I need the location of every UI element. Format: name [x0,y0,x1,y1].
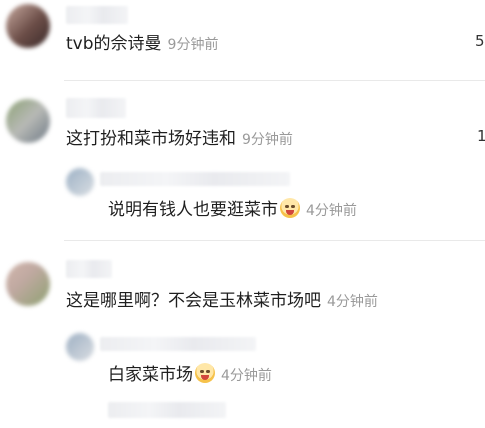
reply-avatar[interactable] [66,168,94,196]
username-blurred[interactable] [66,6,128,24]
comment-time: 9分钟前 [242,132,293,148]
reply-row: 说明有钱人也要逛菜市 4分钟前 [108,198,357,221]
username-blurred[interactable] [66,98,126,118]
laughing-crying-icon [195,363,215,383]
avatar[interactable] [6,4,50,48]
avatar[interactable] [6,262,50,306]
reply-text: 白家菜市场 [108,365,193,385]
reply-avatar[interactable] [66,333,94,361]
reply-time: 4分钟前 [221,368,272,384]
comment-text: tvb的佘诗曼 [66,34,162,54]
avatar[interactable] [6,99,50,143]
comment-row: tvb的佘诗曼 9分钟前 [66,34,218,55]
divider [64,80,485,81]
reply-text: 说明有钱人也要逛菜市 [108,200,278,220]
comment-time: 4分钟前 [327,294,378,310]
comment-text: 这是哪里啊？不会是玉林菜市场吧 [66,291,321,311]
comment-time: 9分钟前 [167,37,219,53]
laughing-crying-icon [280,198,300,218]
more-replies-blurred[interactable] [108,402,226,418]
reply-username-blurred[interactable] [100,172,290,186]
like-count[interactable]: 5 [475,32,485,50]
comment-row: 这打扮和菜市场好违和 9分钟前 [66,129,293,150]
reply-time: 4分钟前 [306,203,357,219]
reply-row: 白家菜市场 4分钟前 [108,363,272,386]
reply-username-blurred[interactable] [100,337,256,351]
comment-row: 这是哪里啊？不会是玉林菜市场吧 4分钟前 [66,291,378,312]
username-blurred[interactable] [66,260,112,278]
like-count[interactable]: 1 [477,127,485,145]
comment-text: 这打扮和菜市场好违和 [66,129,236,149]
divider [64,240,485,241]
